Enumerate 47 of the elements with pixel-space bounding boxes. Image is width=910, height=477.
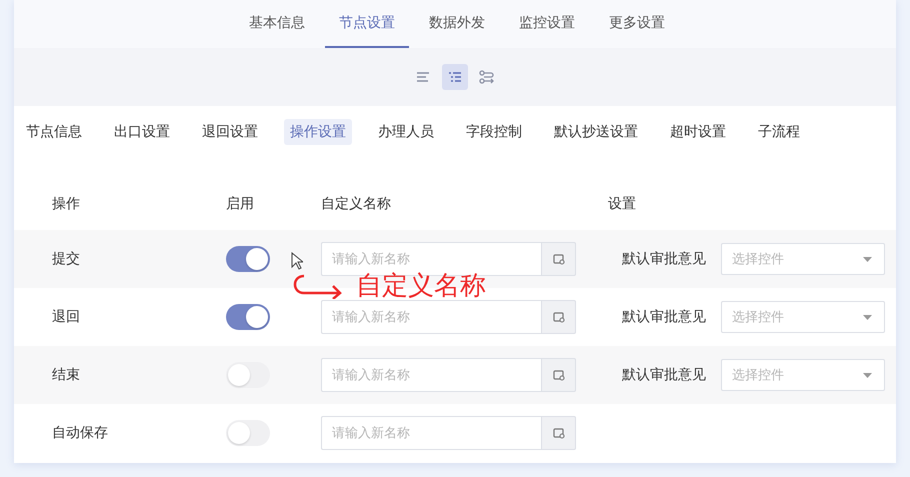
list-icon [448, 71, 462, 83]
setting-label: 默认审批意见 [621, 366, 707, 384]
picker-button[interactable] [541, 358, 576, 392]
align-left-icon [416, 71, 430, 83]
picker-button[interactable] [541, 416, 576, 450]
settings-tab[interactable]: 操作设置 [284, 119, 352, 145]
name-input[interactable]: 请输入新名称 [321, 416, 541, 450]
action-name: 退回 [52, 308, 81, 326]
settings-tab[interactable]: 退回设置 [196, 119, 264, 145]
image-icon [552, 370, 564, 380]
action-name: 结束 [52, 366, 81, 384]
picker-button[interactable] [541, 242, 576, 276]
action-name: 提交 [52, 250, 81, 268]
column-header: 操作 [52, 195, 81, 213]
top-tab[interactable]: 数据外发 [415, 0, 499, 48]
top-tab[interactable]: 基本信息 [235, 0, 319, 48]
settings-tab[interactable]: 出口设置 [108, 119, 176, 145]
column-header: 自定义名称 [321, 195, 392, 213]
image-icon [552, 428, 564, 438]
settings-tab[interactable]: 默认抄送设置 [548, 119, 644, 145]
name-input[interactable]: 请输入新名称 [321, 358, 541, 392]
settings-tab[interactable]: 子流程 [752, 119, 806, 145]
name-input[interactable]: 请输入新名称 [321, 300, 541, 334]
action-name: 自动保存 [52, 424, 109, 442]
enable-switch[interactable] [226, 362, 270, 388]
setting-label: 默认审批意见 [621, 250, 707, 268]
image-icon [552, 312, 564, 322]
setting-label: 默认审批意见 [621, 308, 707, 326]
column-header: 设置 [608, 195, 637, 213]
caret-icon [863, 372, 872, 378]
top-tab[interactable]: 监控设置 [505, 0, 589, 48]
caret-icon [863, 314, 872, 320]
view-toggle-button[interactable] [442, 64, 468, 90]
enable-switch[interactable] [226, 420, 270, 446]
settings-tab[interactable]: 字段控制 [460, 119, 528, 145]
image-icon [552, 254, 564, 264]
picker-button[interactable] [541, 300, 576, 334]
settings-tab[interactable]: 超时设置 [664, 119, 732, 145]
flow-icon [479, 70, 495, 84]
enable-switch[interactable] [226, 246, 270, 272]
top-tab[interactable]: 更多设置 [595, 0, 679, 48]
settings-tab[interactable]: 办理人员 [372, 119, 440, 145]
enable-switch[interactable] [226, 304, 270, 330]
column-header: 启用 [226, 195, 255, 213]
caret-icon [863, 256, 872, 262]
mouse-cursor-icon [291, 252, 303, 270]
settings-tab[interactable]: 节点信息 [20, 119, 88, 145]
